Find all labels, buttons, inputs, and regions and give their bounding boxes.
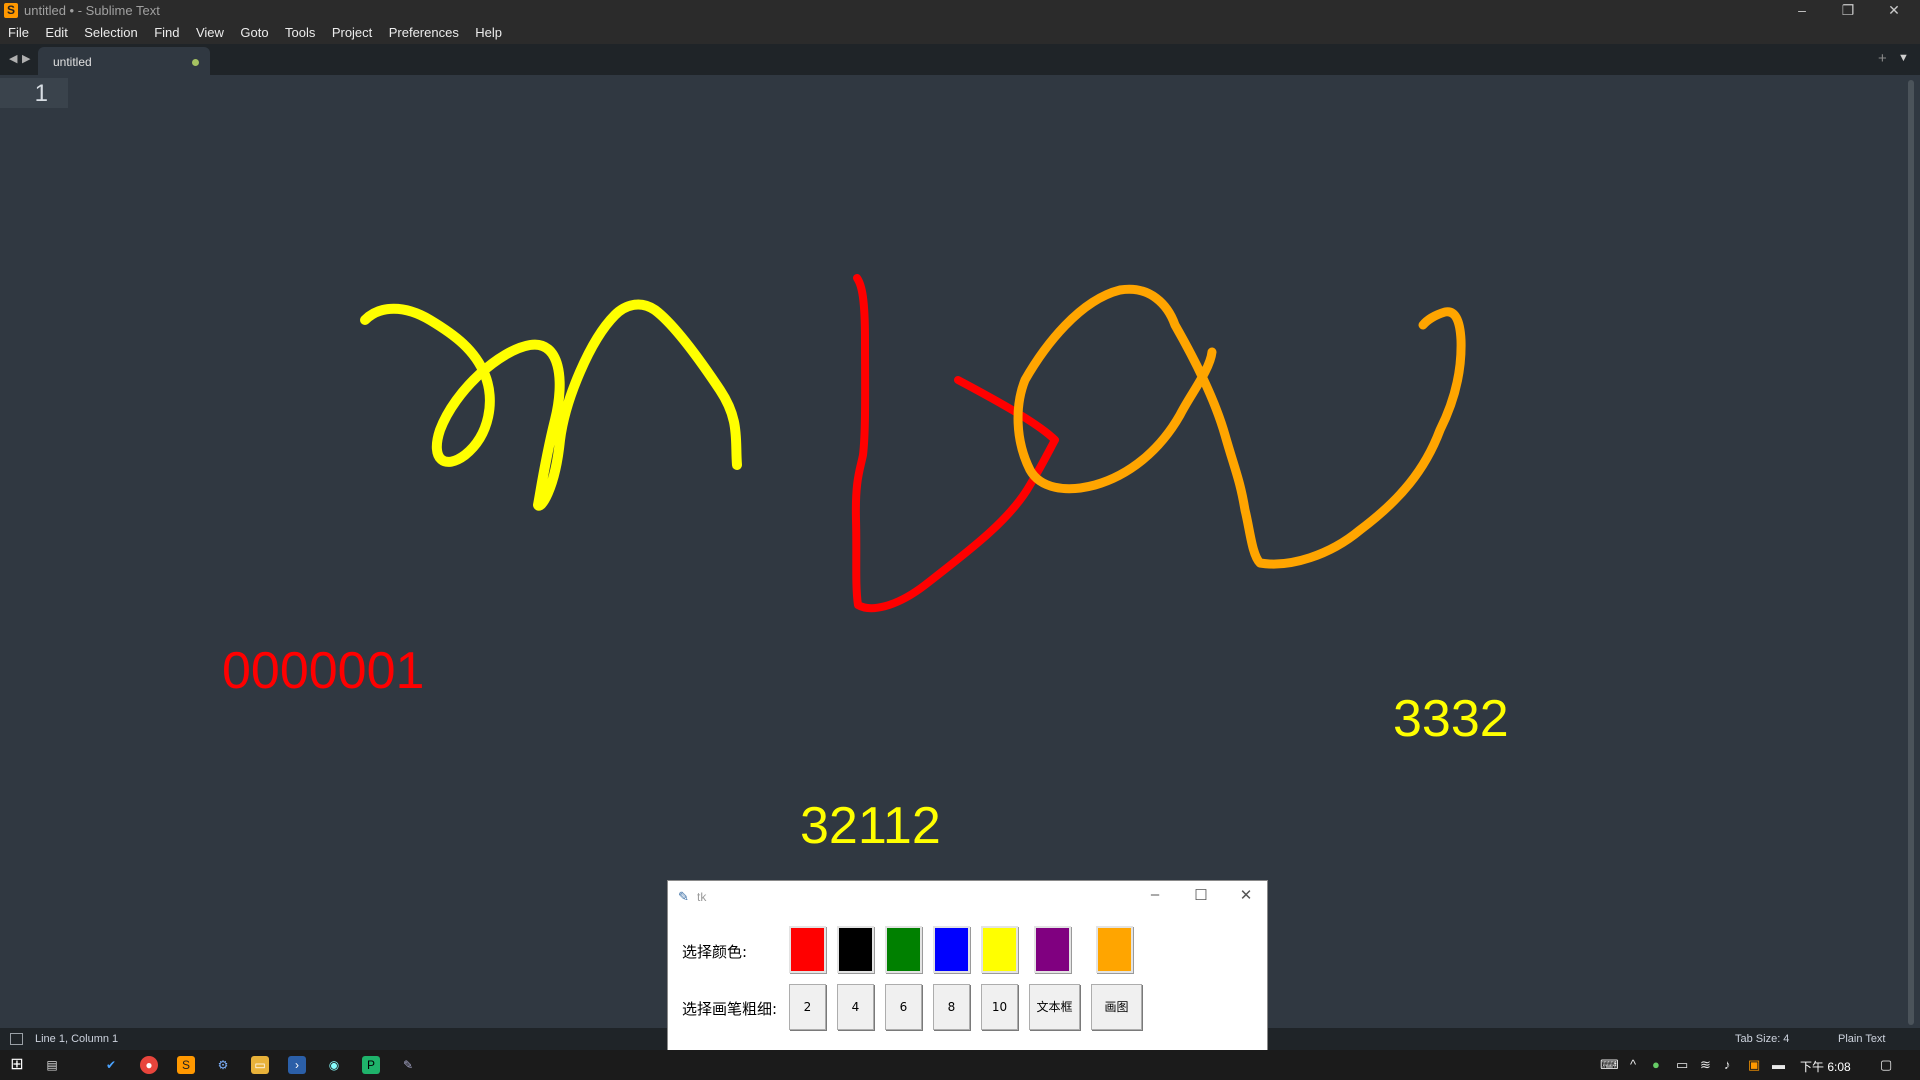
tk-title-bar: ✎ tk – ☐ ✕ xyxy=(668,881,1267,911)
brush-width-label: 选择画笔粗细: xyxy=(682,1000,778,1018)
panel-toggle-icon[interactable] xyxy=(10,1033,23,1045)
color-label: 选择颜色: xyxy=(682,943,748,961)
new-tab-plus-icon[interactable]: + xyxy=(1878,50,1887,67)
app-tray-icon[interactable]: ▣ xyxy=(1748,1057,1760,1073)
tab-untitled[interactable]: untitled xyxy=(38,47,210,75)
tk-maximize-button[interactable]: ☐ xyxy=(1186,886,1216,904)
color-swatch-purple[interactable] xyxy=(1034,926,1071,973)
notification-icon[interactable]: ▢ xyxy=(1880,1057,1892,1073)
canvas-text-yellow-2: 32112 xyxy=(800,797,941,855)
wechat-icon[interactable]: ● xyxy=(1652,1057,1660,1072)
menu-bar: File Edit Selection Find View Goto Tools… xyxy=(0,22,1920,44)
menu-tools[interactable]: Tools xyxy=(279,22,321,44)
sublime-taskbar-icon[interactable]: S xyxy=(177,1056,195,1074)
tab-nav-left-icon[interactable]: ◀ xyxy=(9,52,17,65)
tk-feather-icon: ✎ xyxy=(678,889,689,904)
menu-view[interactable]: View xyxy=(190,22,230,44)
todo-check-icon[interactable]: ✔ xyxy=(102,1056,120,1074)
brush-size-8-button[interactable]: 8 xyxy=(933,984,970,1030)
color-swatch-red[interactable] xyxy=(789,926,826,973)
minimize-button[interactable]: – xyxy=(1780,0,1824,22)
menu-preferences[interactable]: Preferences xyxy=(383,22,465,44)
title-bar: S untitled • - Sublime Text – ❐ ✕ xyxy=(0,0,1920,22)
tab-list-chevron-icon[interactable]: ▼ xyxy=(1898,52,1909,64)
pycharm-icon[interactable]: P xyxy=(362,1056,380,1074)
tk-window-title: tk xyxy=(697,890,707,904)
dev-tool-icon[interactable]: ⚙ xyxy=(214,1056,232,1074)
brush-size-2-button[interactable]: 2 xyxy=(789,984,826,1030)
tk-window: ✎ tk – ☐ ✕ 选择颜色: 选择画笔粗细: 2 4 6 8 10 文本框 … xyxy=(667,880,1268,1061)
canvas-text-yellow-1: 3332 xyxy=(1393,690,1509,748)
menu-edit[interactable]: Edit xyxy=(39,22,73,44)
menu-project[interactable]: Project xyxy=(326,22,378,44)
tab-nav-right-icon[interactable]: ▶ xyxy=(22,52,30,65)
tray-chevron-icon[interactable]: ^ xyxy=(1630,1057,1636,1072)
volume-icon[interactable]: ♪ xyxy=(1724,1057,1731,1072)
color-swatch-yellow[interactable] xyxy=(981,926,1018,973)
yellow-stroke-1 xyxy=(360,299,742,511)
wifi-icon[interactable]: ≋ xyxy=(1700,1057,1711,1073)
tab-size-indicator[interactable]: Tab Size: 4 xyxy=(1735,1033,1789,1045)
menu-selection[interactable]: Selection xyxy=(78,22,143,44)
menu-help[interactable]: Help xyxy=(469,22,508,44)
tk-minimize-button[interactable]: – xyxy=(1140,886,1170,903)
orange-stroke xyxy=(1013,284,1466,569)
tab-bar: ◀ ▶ untitled + ▼ xyxy=(0,44,1920,75)
tab-label: untitled xyxy=(53,55,92,69)
tk-feather-taskbar-icon[interactable]: ✎ xyxy=(399,1056,417,1074)
network-icon[interactable]: ▭ xyxy=(1676,1057,1688,1073)
powershell-icon[interactable]: › xyxy=(288,1056,306,1074)
task-view-icon[interactable]: ▤ xyxy=(43,1056,61,1074)
syntax-indicator[interactable]: Plain Text xyxy=(1838,1033,1886,1045)
color-swatch-black[interactable] xyxy=(837,926,874,973)
draw-button[interactable]: 画图 xyxy=(1091,984,1142,1030)
unsaved-dot-icon[interactable] xyxy=(192,59,199,66)
file-explorer-icon[interactable]: ▭ xyxy=(251,1056,269,1074)
color-swatch-orange[interactable] xyxy=(1096,926,1133,973)
battery-icon[interactable]: ▬ xyxy=(1772,1057,1785,1072)
taskbar: ⊞ ▤ ✔ ● S ⚙ ▭ › ◉ P ✎ ⌨ ^ ● ▭ ≋ ♪ ▣ ▬ 下午… xyxy=(0,1050,1920,1080)
ime-icon[interactable]: ⌨ xyxy=(1600,1057,1619,1073)
browser-icon[interactable]: ◉ xyxy=(325,1056,343,1074)
textbox-button[interactable]: 文本框 xyxy=(1029,984,1080,1030)
canvas-text-red: 0000001 xyxy=(222,642,425,700)
menu-goto[interactable]: Goto xyxy=(234,22,274,44)
color-swatch-green[interactable] xyxy=(885,926,922,973)
sublime-app-icon: S xyxy=(4,3,18,18)
cursor-position: Line 1, Column 1 xyxy=(35,1033,119,1045)
color-swatch-blue[interactable] xyxy=(933,926,970,973)
window-title: untitled • - Sublime Text xyxy=(24,3,160,18)
brush-size-6-button[interactable]: 6 xyxy=(885,984,922,1030)
chrome-icon[interactable]: ● xyxy=(140,1056,158,1074)
restore-button[interactable]: ❐ xyxy=(1826,0,1870,22)
menu-file[interactable]: File xyxy=(2,22,35,44)
brush-size-4-button[interactable]: 4 xyxy=(837,984,874,1030)
windows-start-icon[interactable]: ⊞ xyxy=(8,1056,26,1074)
taskbar-clock[interactable]: 下午 6:08 xyxy=(1800,1058,1851,1075)
close-button[interactable]: ✕ xyxy=(1872,0,1916,22)
brush-size-10-button[interactable]: 10 xyxy=(981,984,1018,1030)
menu-find[interactable]: Find xyxy=(148,22,185,44)
tk-close-button[interactable]: ✕ xyxy=(1231,886,1261,904)
